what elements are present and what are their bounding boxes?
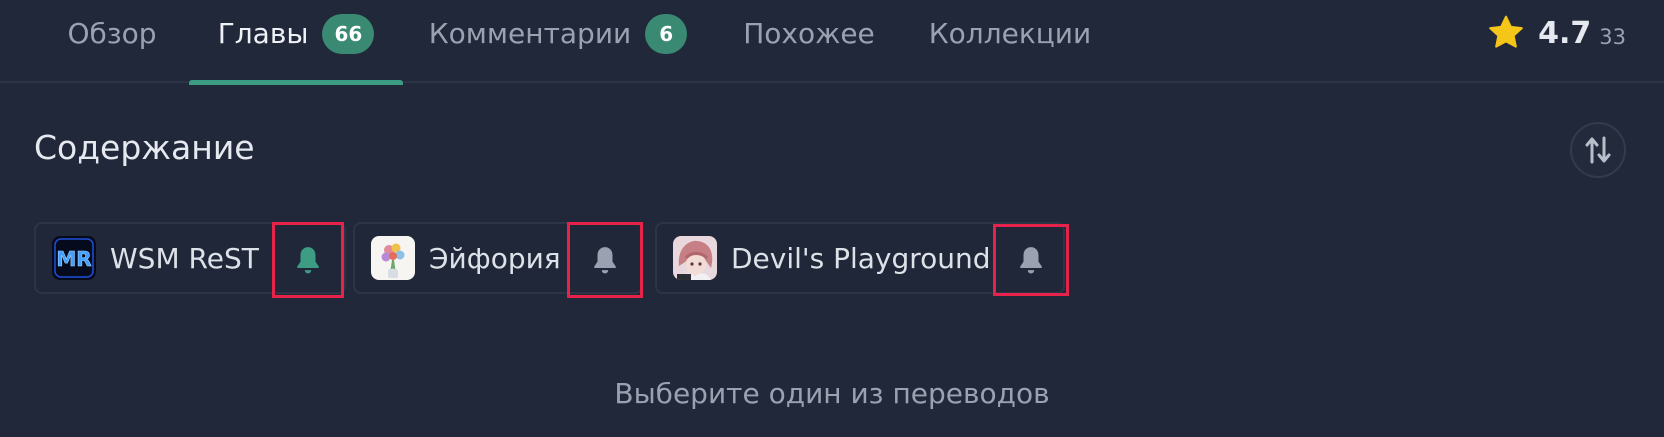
star-icon	[1489, 15, 1523, 48]
page: Обзор Главы 66 Комментарии 6 Похожее Кол…	[0, 0, 1664, 437]
translator-name: WSM ReST	[110, 241, 259, 275]
rating-value: 4.7	[1538, 15, 1592, 51]
subscribe-bell-button[interactable]	[272, 222, 344, 298]
sort-button[interactable]	[1570, 122, 1626, 178]
translator-name: Эйфория	[429, 241, 561, 275]
choose-translation-hint: Выберите один из переводов	[614, 377, 1050, 410]
tab-overview-label: Обзор	[67, 17, 157, 50]
bell-icon	[594, 247, 616, 274]
tab-collections[interactable]: Коллекции	[928, 0, 1092, 83]
translator-euphoria[interactable]: Эйфория	[353, 222, 643, 298]
svg-text:MR: MR	[56, 247, 91, 271]
tab-comments-label: Комментарии	[428, 17, 632, 50]
tab-similar[interactable]: Похожее	[743, 0, 875, 83]
bell-icon	[297, 247, 319, 274]
tab-overview[interactable]: Обзор	[66, 0, 158, 83]
anime-character-icon	[673, 236, 717, 280]
tab-bar: Обзор Главы 66 Комментарии 6 Похожее Кол…	[0, 0, 1664, 85]
translator-name: Devil's Playground	[731, 241, 991, 275]
chapters-count-badge: 66	[322, 13, 375, 54]
section-title: Содержание	[34, 128, 255, 167]
subscribe-bell-button[interactable]	[993, 224, 1069, 296]
translator-avatar	[673, 236, 717, 280]
rating[interactable]: 4.7 33	[1486, 8, 1626, 58]
comments-count-badge: 6	[645, 13, 688, 54]
sort-arrows-icon	[1585, 136, 1611, 164]
translator-devils-playground[interactable]: Devil's Playground	[655, 222, 1069, 296]
tab-chapters-label: Главы	[217, 17, 309, 50]
bell-icon	[1020, 247, 1042, 274]
translator-avatar	[371, 236, 415, 280]
translator-wsm-rest[interactable]: MR WSM ReST	[34, 222, 346, 298]
tab-chapters[interactable]: Главы 66	[189, 0, 403, 85]
tab-similar-label: Похожее	[743, 17, 875, 50]
flower-bouquet-icon	[371, 236, 415, 280]
tab-collections-label: Коллекции	[928, 17, 1092, 50]
subscribe-bell-button[interactable]	[567, 222, 643, 298]
rating-count: 33	[1599, 25, 1626, 49]
translator-avatar: MR	[52, 236, 96, 280]
tab-comments[interactable]: Комментарии 6	[428, 0, 688, 83]
